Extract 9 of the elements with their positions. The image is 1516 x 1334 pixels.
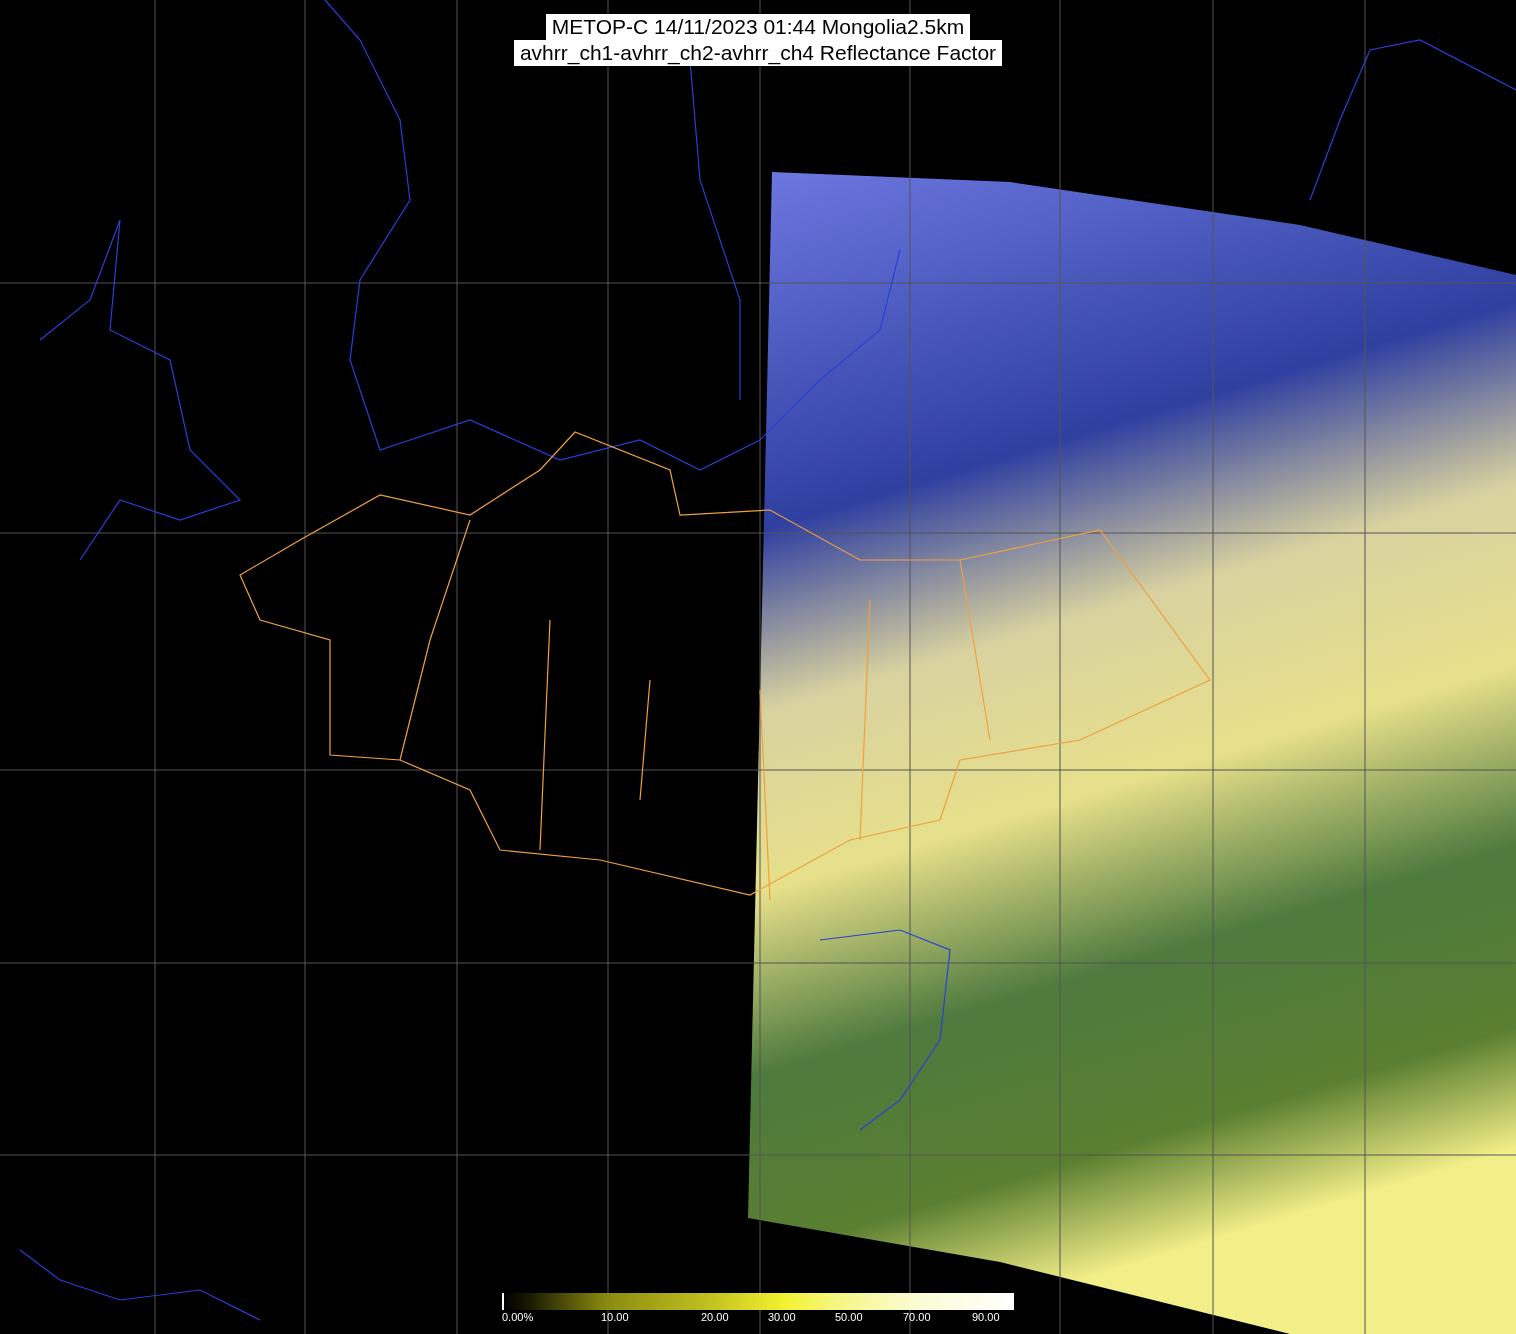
map-title: METOP-C 14/11/2023 01:44 Mongolia2.5km xyxy=(545,14,971,40)
color-scale-label: 50.00 xyxy=(835,1311,863,1323)
color-scale-label: 10.00 xyxy=(601,1311,629,1323)
color-scale-label: 20.00 xyxy=(701,1311,729,1323)
color-scale-label: 90.00 xyxy=(972,1311,1000,1323)
color-scale-label: 30.00 xyxy=(768,1311,796,1323)
color-scale-label: 70.00 xyxy=(903,1311,931,1323)
map-title: avhrr_ch1-avhrr_ch2-avhrr_ch4 Reflectance Factor xyxy=(513,40,1003,66)
color-scale-label: 0.00% xyxy=(502,1311,534,1323)
